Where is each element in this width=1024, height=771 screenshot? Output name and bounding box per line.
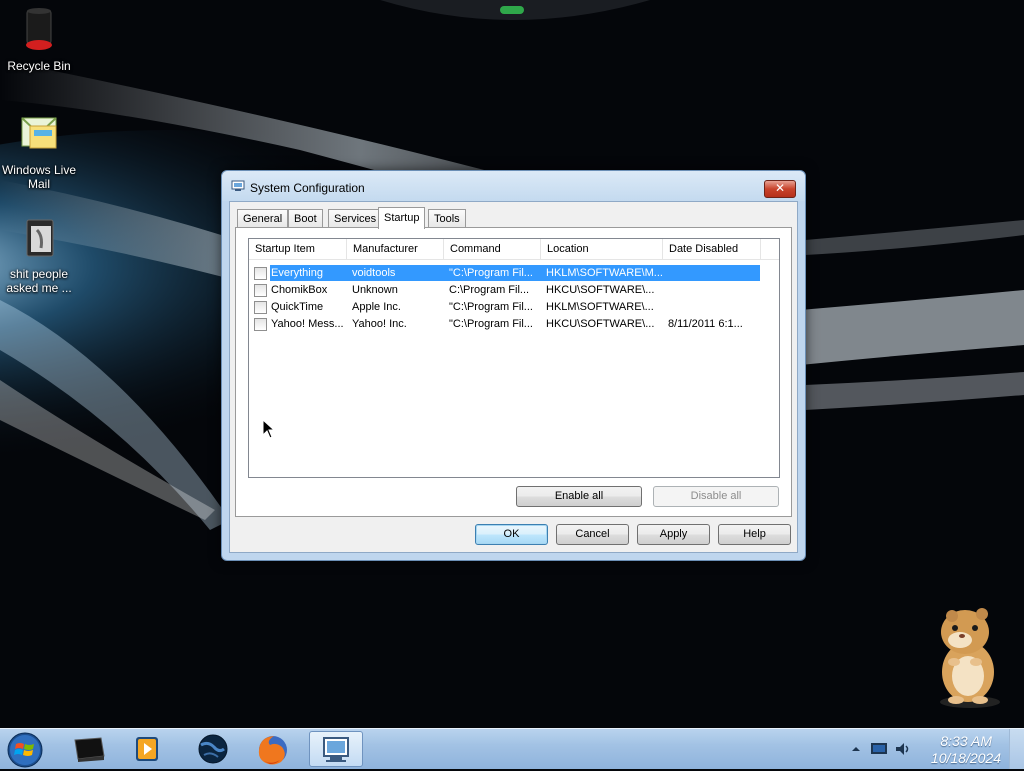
table-row[interactable]: Yahoo! Mess... Yahoo! Inc. "C:\Program F… bbox=[249, 316, 761, 333]
cell-command: C:\Program Fil... bbox=[449, 284, 530, 296]
cell-location: HKCU\SOFTWARE\... bbox=[546, 318, 655, 330]
cell-manufacturer: voidtools bbox=[352, 267, 396, 279]
startup-tab-panel: Startup Item Manufacturer Command Locati… bbox=[235, 227, 792, 517]
desktop-icon-label: Recycle Bin bbox=[7, 59, 71, 73]
globe-icon bbox=[198, 734, 228, 764]
column-command[interactable]: Command bbox=[444, 239, 541, 259]
column-location[interactable]: Location bbox=[541, 239, 663, 259]
taskbar-app-firefox[interactable] bbox=[246, 731, 300, 767]
folder-icon bbox=[0, 216, 79, 263]
cell-command: "C:\Program Fil... bbox=[449, 318, 533, 330]
cell-location: HKCU\SOFTWARE\... bbox=[546, 284, 655, 296]
column-date-disabled[interactable]: Date Disabled bbox=[663, 239, 761, 259]
tab-services[interactable]: Services bbox=[328, 209, 383, 228]
system-configuration-window: System Configuration ✕ General Boot Serv… bbox=[221, 170, 806, 561]
row-checkbox[interactable] bbox=[254, 301, 267, 314]
startup-items-list[interactable]: Startup Item Manufacturer Command Locati… bbox=[248, 238, 780, 478]
window-titlebar[interactable]: System Configuration ✕ bbox=[222, 171, 805, 201]
cell-startup-item: ChomikBox bbox=[271, 284, 328, 296]
volume-icon[interactable] bbox=[894, 741, 912, 760]
media-player-icon bbox=[136, 737, 158, 761]
show-hidden-icons-chevron-icon[interactable] bbox=[851, 743, 861, 757]
close-button[interactable]: ✕ bbox=[764, 180, 796, 198]
desktop-icon-folder[interactable]: shit people asked me ... bbox=[0, 216, 79, 295]
disable-all-button[interactable]: Disable all bbox=[653, 486, 779, 507]
system-config-icon bbox=[323, 737, 349, 762]
cell-manufacturer: Unknown bbox=[352, 284, 398, 296]
action-center-icon[interactable] bbox=[870, 741, 888, 760]
mouse-cursor-icon bbox=[262, 418, 276, 442]
enable-all-button[interactable]: Enable all bbox=[516, 486, 642, 507]
column-startup-item[interactable]: Startup Item bbox=[249, 239, 347, 259]
hamster-gadget-icon[interactable] bbox=[920, 604, 1010, 713]
dialog-client-area: General Boot Services Startup Tools Star… bbox=[229, 201, 798, 553]
cell-date-disabled: 8/11/2011 6:1... bbox=[668, 318, 743, 330]
cell-startup-item: Everything bbox=[271, 267, 323, 279]
system-config-icon bbox=[231, 180, 245, 191]
desktop-icon-label: Windows Live Mail bbox=[1, 163, 77, 191]
desktop-icon-label: shit people asked me ... bbox=[6, 267, 72, 295]
cell-location: HKLM\SOFTWARE\M... bbox=[546, 267, 662, 279]
clock-time[interactable]: 8:33 AM bbox=[940, 733, 992, 749]
table-row[interactable]: Everything voidtools "C:\Program Fil... … bbox=[249, 265, 761, 282]
cell-location: HKLM\SOFTWARE\... bbox=[546, 301, 654, 313]
firefox-icon bbox=[258, 736, 287, 765]
help-button[interactable]: Help bbox=[718, 524, 791, 545]
clock-date[interactable]: 10/18/2024 bbox=[931, 750, 1001, 766]
desktop-icon-windows-live-mail[interactable]: Windows Live Mail bbox=[0, 112, 79, 191]
tab-startup[interactable]: Startup bbox=[378, 207, 426, 229]
row-checkbox[interactable] bbox=[254, 318, 267, 331]
taskbar-app-media-player[interactable] bbox=[120, 731, 174, 767]
cell-startup-item: Yahoo! Mess... bbox=[271, 318, 344, 330]
taskbar: 8:33 AM 10/18/2024 bbox=[0, 728, 1024, 769]
table-row[interactable]: ChomikBox Unknown C:\Program Fil... HKCU… bbox=[249, 282, 761, 299]
mail-icon bbox=[0, 112, 79, 159]
recycle-bin-icon bbox=[0, 6, 79, 55]
cell-manufacturer: Yahoo! Inc. bbox=[352, 318, 407, 330]
row-checkbox[interactable] bbox=[254, 267, 267, 280]
start-button[interactable] bbox=[7, 732, 43, 768]
desktop-icon-recycle-bin[interactable]: Recycle Bin bbox=[0, 6, 79, 73]
list-header: Startup Item Manufacturer Command Locati… bbox=[249, 239, 779, 260]
cell-startup-item: QuickTime bbox=[271, 301, 324, 313]
system-tray: 8:33 AM 10/18/2024 bbox=[834, 729, 1024, 769]
tab-general[interactable]: General bbox=[237, 209, 289, 228]
tab-tools[interactable]: Tools bbox=[428, 209, 466, 228]
ok-button[interactable]: OK bbox=[475, 524, 548, 545]
taskbar-app-console[interactable] bbox=[62, 731, 116, 767]
column-manufacturer[interactable]: Manufacturer bbox=[347, 239, 444, 259]
taskbar-app-globe[interactable] bbox=[186, 731, 240, 767]
cell-command: "C:\Program Fil... bbox=[449, 301, 533, 313]
cancel-button[interactable]: Cancel bbox=[556, 524, 629, 545]
windows-logo-icon bbox=[7, 732, 43, 768]
cell-command: "C:\Program Fil... bbox=[449, 267, 533, 279]
tab-boot[interactable]: Boot bbox=[288, 209, 323, 228]
taskbar-app-msconfig[interactable] bbox=[309, 731, 363, 767]
black-box-icon bbox=[74, 737, 105, 762]
table-row[interactable]: QuickTime Apple Inc. "C:\Program Fil... … bbox=[249, 299, 761, 316]
apply-button[interactable]: Apply bbox=[637, 524, 710, 545]
show-desktop-button[interactable] bbox=[1009, 729, 1024, 769]
window-title: System Configuration bbox=[250, 181, 365, 195]
cell-manufacturer: Apple Inc. bbox=[352, 301, 401, 313]
row-checkbox[interactable] bbox=[254, 284, 267, 297]
